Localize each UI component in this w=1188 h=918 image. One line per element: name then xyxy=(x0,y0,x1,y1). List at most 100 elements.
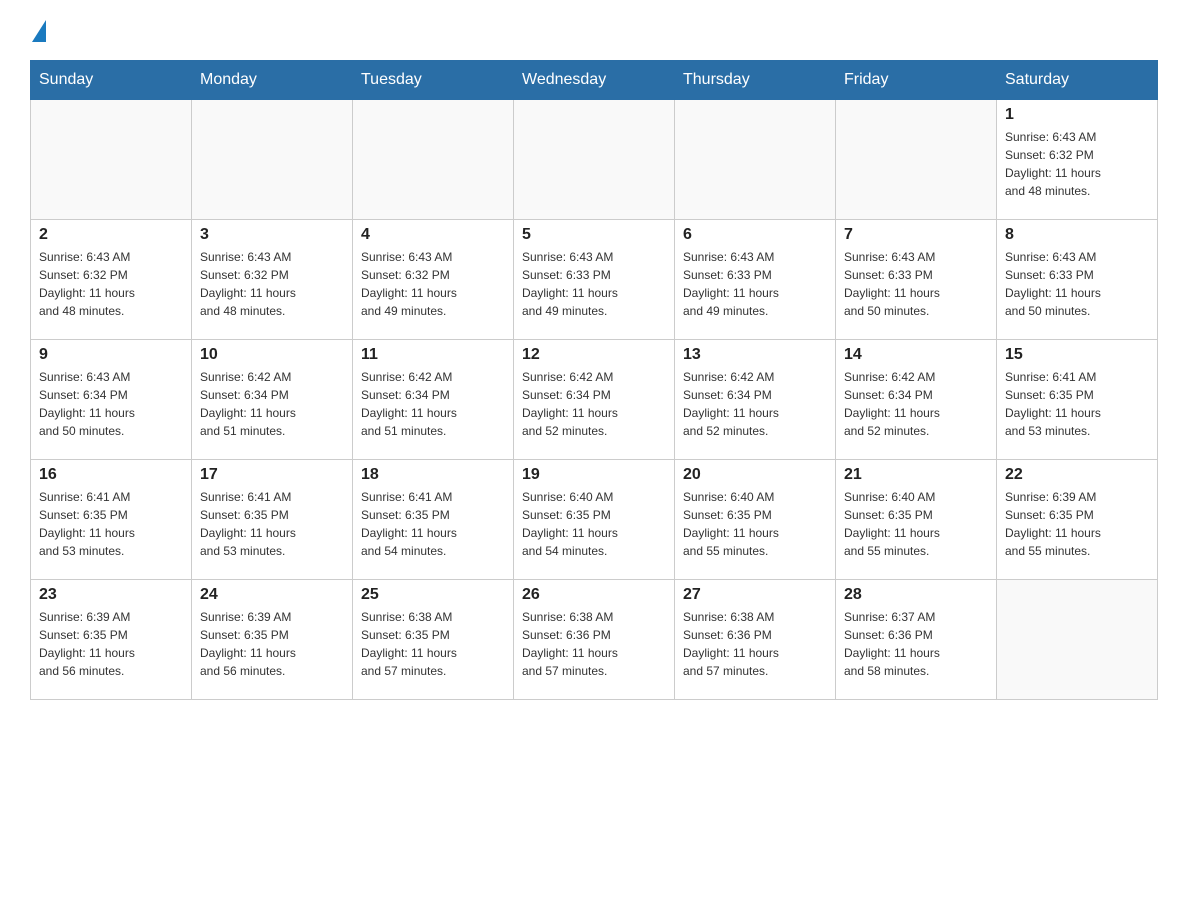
day-info: Sunrise: 6:41 AMSunset: 6:35 PMDaylight:… xyxy=(200,488,344,560)
calendar-cell xyxy=(353,100,514,220)
weekday-header-wednesday: Wednesday xyxy=(514,61,675,100)
day-info: Sunrise: 6:42 AMSunset: 6:34 PMDaylight:… xyxy=(200,368,344,440)
calendar-cell: 13 Sunrise: 6:42 AMSunset: 6:34 PMDayligh… xyxy=(675,340,836,460)
day-number: 19 xyxy=(522,466,666,484)
calendar-cell xyxy=(192,100,353,220)
calendar-cell: 25 Sunrise: 6:38 AMSunset: 6:35 PMDayligh… xyxy=(353,580,514,700)
day-info: Sunrise: 6:40 AMSunset: 6:35 PMDaylight:… xyxy=(683,488,827,560)
logo-triangle-icon xyxy=(32,20,46,42)
day-number: 5 xyxy=(522,226,666,244)
calendar-cell: 23Sunrise: 6:39 AMSunset: 6:35 PMDayligh… xyxy=(31,580,192,700)
day-info: Sunrise: 6:43 AMSunset: 6:32 PMDaylight:… xyxy=(361,248,505,320)
day-info: Sunrise: 6:43 AMSunset: 6:32 PMDaylight:… xyxy=(200,248,344,320)
calendar-cell: 18 Sunrise: 6:41 AMSunset: 6:35 PMDayligh… xyxy=(353,460,514,580)
day-info: Sunrise: 6:43 AMSunset: 6:33 PMDaylight:… xyxy=(683,248,827,320)
calendar-cell: 12 Sunrise: 6:42 AMSunset: 6:34 PMDayligh… xyxy=(514,340,675,460)
calendar-cell: 9 Sunrise: 6:43 AMSunset: 6:34 PMDaylight… xyxy=(31,340,192,460)
day-number: 15 xyxy=(1005,346,1149,364)
calendar-week-3: 9 Sunrise: 6:43 AMSunset: 6:34 PMDaylight… xyxy=(31,340,1158,460)
weekday-header-sunday: Sunday xyxy=(31,61,192,100)
day-info: Sunrise: 6:41 AMSunset: 6:35 PMDaylight:… xyxy=(361,488,505,560)
day-number: 17 xyxy=(200,466,344,484)
calendar-cell: 28 Sunrise: 6:37 AMSunset: 6:36 PMDayligh… xyxy=(836,580,997,700)
day-info: Sunrise: 6:37 AMSunset: 6:36 PMDaylight:… xyxy=(844,608,988,680)
page-header xyxy=(30,20,1158,40)
day-number: 9 xyxy=(39,346,183,364)
day-info: Sunrise: 6:42 AMSunset: 6:34 PMDaylight:… xyxy=(683,368,827,440)
day-number: 20 xyxy=(683,466,827,484)
day-info: Sunrise: 6:43 AMSunset: 6:33 PMDaylight:… xyxy=(522,248,666,320)
calendar-cell: 8 Sunrise: 6:43 AMSunset: 6:33 PMDaylight… xyxy=(997,220,1158,340)
day-number: 10 xyxy=(200,346,344,364)
day-number: 8 xyxy=(1005,226,1149,244)
day-info: Sunrise: 6:41 AMSunset: 6:35 PMDaylight:… xyxy=(39,488,183,560)
calendar-header: SundayMondayTuesdayWednesdayThursdayFrid… xyxy=(31,61,1158,100)
calendar-cell: 22 Sunrise: 6:39 AMSunset: 6:35 PMDayligh… xyxy=(997,460,1158,580)
day-info: Sunrise: 6:43 AMSunset: 6:33 PMDaylight:… xyxy=(844,248,988,320)
calendar-cell: 6 Sunrise: 6:43 AMSunset: 6:33 PMDaylight… xyxy=(675,220,836,340)
day-number: 28 xyxy=(844,586,988,604)
day-number: 12 xyxy=(522,346,666,364)
day-number: 13 xyxy=(683,346,827,364)
calendar-cell: 5 Sunrise: 6:43 AMSunset: 6:33 PMDaylight… xyxy=(514,220,675,340)
day-info: Sunrise: 6:38 AMSunset: 6:36 PMDaylight:… xyxy=(522,608,666,680)
calendar-cell: 27 Sunrise: 6:38 AMSunset: 6:36 PMDayligh… xyxy=(675,580,836,700)
calendar-cell: 24 Sunrise: 6:39 AMSunset: 6:35 PMDayligh… xyxy=(192,580,353,700)
logo xyxy=(30,20,46,40)
calendar-cell: 11 Sunrise: 6:42 AMSunset: 6:34 PMDayligh… xyxy=(353,340,514,460)
day-info: Sunrise: 6:43 AMSunset: 6:32 PMDaylight:… xyxy=(39,248,183,320)
weekday-header-saturday: Saturday xyxy=(997,61,1158,100)
day-number: 26 xyxy=(522,586,666,604)
day-number: 7 xyxy=(844,226,988,244)
calendar-week-5: 23Sunrise: 6:39 AMSunset: 6:35 PMDayligh… xyxy=(31,580,1158,700)
day-number: 18 xyxy=(361,466,505,484)
calendar-cell: 26 Sunrise: 6:38 AMSunset: 6:36 PMDayligh… xyxy=(514,580,675,700)
calendar-cell: 20 Sunrise: 6:40 AMSunset: 6:35 PMDayligh… xyxy=(675,460,836,580)
calendar-cell: 2 Sunrise: 6:43 AMSunset: 6:32 PMDaylight… xyxy=(31,220,192,340)
calendar-cell xyxy=(31,100,192,220)
calendar-week-2: 2 Sunrise: 6:43 AMSunset: 6:32 PMDaylight… xyxy=(31,220,1158,340)
day-info: Sunrise: 6:43 AMSunset: 6:34 PMDaylight:… xyxy=(39,368,183,440)
day-info: Sunrise: 6:39 AMSunset: 6:35 PMDaylight:… xyxy=(200,608,344,680)
day-info: Sunrise: 6:42 AMSunset: 6:34 PMDaylight:… xyxy=(522,368,666,440)
day-number: 2 xyxy=(39,226,183,244)
weekday-header-monday: Monday xyxy=(192,61,353,100)
day-info: Sunrise: 6:42 AMSunset: 6:34 PMDaylight:… xyxy=(361,368,505,440)
day-info: Sunrise: 6:39 AMSunset: 6:35 PMDaylight:… xyxy=(1005,488,1149,560)
calendar-cell: 3 Sunrise: 6:43 AMSunset: 6:32 PMDaylight… xyxy=(192,220,353,340)
weekday-header-friday: Friday xyxy=(836,61,997,100)
calendar-cell: 21Sunrise: 6:40 AMSunset: 6:35 PMDayligh… xyxy=(836,460,997,580)
calendar-week-4: 16 Sunrise: 6:41 AMSunset: 6:35 PMDayligh… xyxy=(31,460,1158,580)
day-number: 25 xyxy=(361,586,505,604)
day-info: Sunrise: 6:40 AMSunset: 6:35 PMDaylight:… xyxy=(522,488,666,560)
calendar-cell: 1Sunrise: 6:43 AMSunset: 6:32 PMDaylight… xyxy=(997,100,1158,220)
day-number: 6 xyxy=(683,226,827,244)
day-info: Sunrise: 6:38 AMSunset: 6:36 PMDaylight:… xyxy=(683,608,827,680)
day-info: Sunrise: 6:39 AMSunset: 6:35 PMDaylight:… xyxy=(39,608,183,680)
day-number: 16 xyxy=(39,466,183,484)
day-number: 22 xyxy=(1005,466,1149,484)
day-number: 3 xyxy=(200,226,344,244)
day-number: 27 xyxy=(683,586,827,604)
calendar-week-1: 1Sunrise: 6:43 AMSunset: 6:32 PMDaylight… xyxy=(31,100,1158,220)
calendar-cell: 19 Sunrise: 6:40 AMSunset: 6:35 PMDayligh… xyxy=(514,460,675,580)
weekday-header-tuesday: Tuesday xyxy=(353,61,514,100)
calendar-cell: 15 Sunrise: 6:41 AMSunset: 6:35 PMDayligh… xyxy=(997,340,1158,460)
calendar-cell: 7 Sunrise: 6:43 AMSunset: 6:33 PMDaylight… xyxy=(836,220,997,340)
day-info: Sunrise: 6:41 AMSunset: 6:35 PMDaylight:… xyxy=(1005,368,1149,440)
calendar-cell xyxy=(514,100,675,220)
day-info: Sunrise: 6:43 AMSunset: 6:33 PMDaylight:… xyxy=(1005,248,1149,320)
calendar-table: SundayMondayTuesdayWednesdayThursdayFrid… xyxy=(30,60,1158,700)
day-info: Sunrise: 6:42 AMSunset: 6:34 PMDaylight:… xyxy=(844,368,988,440)
calendar-cell: 16 Sunrise: 6:41 AMSunset: 6:35 PMDayligh… xyxy=(31,460,192,580)
day-number: 11 xyxy=(361,346,505,364)
calendar-cell xyxy=(675,100,836,220)
calendar-cell: 10 Sunrise: 6:42 AMSunset: 6:34 PMDayligh… xyxy=(192,340,353,460)
day-number: 14 xyxy=(844,346,988,364)
day-info: Sunrise: 6:38 AMSunset: 6:35 PMDaylight:… xyxy=(361,608,505,680)
calendar-cell: 17 Sunrise: 6:41 AMSunset: 6:35 PMDayligh… xyxy=(192,460,353,580)
day-number: 24 xyxy=(200,586,344,604)
day-number: 21 xyxy=(844,466,988,484)
day-number: 1 xyxy=(1005,106,1149,124)
calendar-cell xyxy=(836,100,997,220)
